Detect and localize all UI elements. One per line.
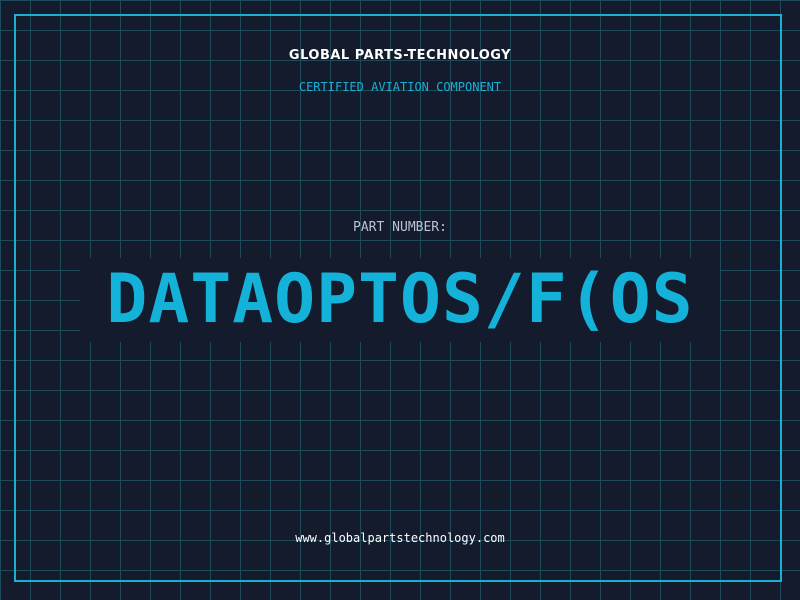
part-number-value: DATAOPTOS/F(OS — [80, 258, 720, 342]
website-url: www.globalpartstechnology.com — [295, 531, 505, 545]
tagline: CERTIFIED AVIATION COMPONENT — [298, 80, 502, 94]
company-name: GLOBAL PARTS-TECHNOLOGY — [288, 48, 512, 63]
part-number-label: PART NUMBER: — [353, 220, 447, 235]
